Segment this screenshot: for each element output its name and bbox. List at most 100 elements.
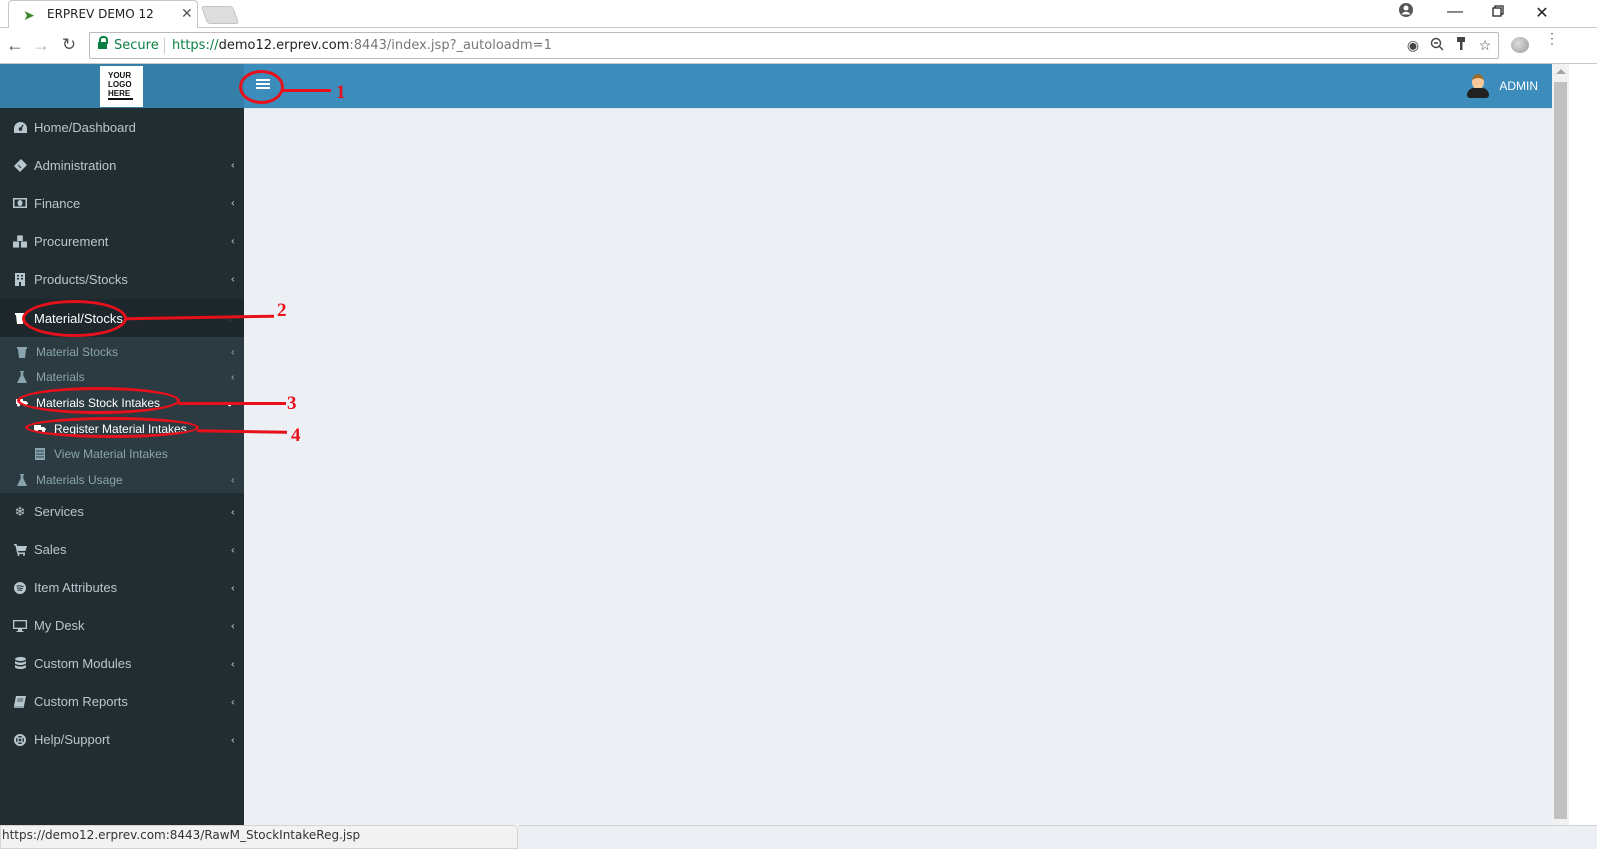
sidebar-item-label: Sales — [34, 542, 67, 558]
sidebar-item-services[interactable]: ❄ Services ‹ — [0, 493, 244, 531]
close-tab-icon[interactable]: ✕ — [181, 5, 193, 22]
chevron-left-icon: ‹ — [230, 473, 235, 487]
sidebar-item-item-attributes[interactable]: Item Attributes ‹ — [0, 569, 244, 607]
chevron-left-icon: ‹ — [230, 234, 235, 248]
key-icon[interactable] — [1452, 37, 1470, 54]
annotation-number-3: 3 — [287, 393, 297, 414]
truck-icon — [16, 397, 28, 409]
sidebar-item-label: Item Attributes — [34, 580, 118, 596]
submenu-item-label: Materials — [36, 370, 85, 385]
sidebar-item-procurement[interactable]: Procurement ‹ — [0, 222, 244, 260]
minimize-button[interactable]: — — [1440, 3, 1470, 21]
submenu-item-materials-stock-intakes[interactable]: Materials Stock Intakes ⌄ — [0, 390, 244, 416]
logo-area: YOUR LOGO HERE — [0, 64, 244, 108]
user-menu[interactable]: ADMIN — [1467, 74, 1538, 98]
sidebar-toggle-hamburger-icon[interactable] — [256, 79, 270, 91]
sidebar-item-label: Help/Support — [34, 732, 110, 748]
restore-button[interactable] — [1483, 4, 1513, 22]
sidebar-item-finance[interactable]: Finance ‹ — [0, 184, 244, 222]
profile-icon[interactable] — [1391, 3, 1421, 22]
sidebar-item-administration[interactable]: Administration ‹ — [0, 146, 244, 184]
url-host: demo12.erprev.com — [218, 38, 350, 53]
flask-icon — [16, 371, 28, 384]
browser-tab[interactable]: ➤ ERPREV DEMO 12 ✕ — [8, 0, 198, 28]
vertical-scrollbar[interactable] — [1552, 64, 1569, 825]
submenu-item-materials[interactable]: Materials ‹ — [0, 365, 244, 391]
company-logo[interactable]: YOUR LOGO HERE — [100, 66, 143, 107]
back-icon[interactable]: ← — [4, 35, 26, 56]
submenu-item-label: Materials Stock Intakes — [36, 395, 161, 410]
chevron-down-icon: ⌄ — [225, 311, 235, 325]
chevron-left-icon: ‹ — [230, 345, 235, 359]
user-name: ADMIN — [1499, 79, 1538, 93]
browser-menu-icon[interactable]: ⋮ — [1545, 31, 1559, 45]
divider — [164, 38, 165, 54]
sidebar-item-sales[interactable]: Sales ‹ — [0, 531, 244, 569]
close-window-button[interactable]: ✕ — [1527, 3, 1557, 23]
spotify-icon — [13, 581, 27, 595]
sidebar-item-label: Home/Dashboard — [34, 119, 136, 135]
sidebar-item-material-stocks[interactable]: Material/Stocks ⌄ — [0, 299, 244, 337]
sidebar-item-label: Custom Modules — [34, 656, 132, 672]
top-header: YOUR LOGO HERE ADMIN — [0, 64, 1552, 108]
sidebar-item-help-support[interactable]: Help/Support ‹ — [0, 721, 244, 759]
scroll-up-arrow-icon[interactable] — [1556, 69, 1566, 74]
annotation-number-1: 1 — [336, 82, 346, 103]
lock-icon — [98, 36, 108, 51]
sidebar-item-home-dashboard[interactable]: Home/Dashboard — [0, 108, 244, 146]
trash-bin-icon — [13, 311, 27, 325]
submenu-item-register-material-intakes[interactable]: Register Material Intakes — [0, 416, 244, 442]
submenu-item-view-material-intakes[interactable]: View Material Intakes — [0, 441, 244, 467]
list-icon — [34, 448, 46, 461]
link-status-bar: https://demo12.erprev.com:8443/RawM_Stoc… — [0, 825, 518, 849]
trash-bin-icon — [16, 346, 28, 358]
building-icon — [13, 272, 27, 286]
dashboard-icon — [13, 120, 27, 134]
url-path: :8443/index.jsp?_autoloadm=1 — [349, 38, 552, 53]
logo-line: HERE — [108, 89, 133, 100]
url-scheme: https:// — [172, 38, 219, 53]
bookmark-star-icon[interactable]: ☆ — [1476, 37, 1494, 54]
extension-icon[interactable] — [1511, 37, 1529, 53]
sidebar-item-label: Administration — [34, 157, 117, 173]
submenu-item-label: Register Material Intakes — [54, 421, 187, 436]
chevron-left-icon: ‹ — [230, 196, 235, 210]
reload-icon[interactable]: ↻ — [58, 35, 80, 55]
desktop-icon — [13, 619, 27, 633]
location-icon[interactable]: ◉ — [1404, 37, 1422, 54]
chevron-left-icon: ‹ — [230, 733, 235, 747]
submenu-item-label: View Material Intakes — [54, 447, 168, 462]
scrollbar-thumb[interactable] — [1554, 82, 1567, 819]
cart-icon — [13, 543, 27, 557]
erprev-bird-icon: ➤ — [23, 7, 35, 23]
sidebar-item-custom-modules[interactable]: Custom Modules ‹ — [0, 645, 244, 683]
sidebar-item-products-stocks[interactable]: Products/Stocks ‹ — [0, 260, 244, 298]
url-text[interactable]: https://demo12.erprev.com:8443/index.jsp… — [172, 38, 552, 53]
new-tab-button[interactable] — [200, 6, 240, 24]
chevron-left-icon: ‹ — [230, 272, 235, 286]
sidebar-item-label: My Desk — [34, 618, 85, 634]
truck-icon — [34, 423, 46, 435]
money-icon — [13, 196, 27, 210]
chevron-left-icon: ‹ — [230, 370, 235, 384]
sidebar-item-my-desk[interactable]: My Desk ‹ — [0, 607, 244, 645]
submenu-item-material-stocks[interactable]: Material Stocks ‹ — [0, 339, 244, 365]
secure-label: Secure — [114, 38, 159, 53]
database-icon — [13, 657, 27, 671]
page-bottom — [518, 825, 1597, 849]
submenu-item-label: Material Stocks — [36, 344, 119, 359]
main-content — [244, 109, 1552, 825]
chevron-left-icon: ‹ — [230, 657, 235, 671]
annotation-number-2: 2 — [277, 300, 287, 321]
logo-line: YOUR — [108, 71, 132, 80]
browser-toolbar: ← → ↻ Secure https://demo12.erprev.com:8… — [0, 29, 1597, 64]
forward-icon[interactable]: → — [30, 35, 52, 56]
sidebar-item-custom-reports[interactable]: Custom Reports ‹ — [0, 683, 244, 721]
sidebar-item-label: Services — [34, 504, 84, 520]
logo-line: LOGO — [108, 80, 132, 89]
browser-tabstrip: ➤ ERPREV DEMO 12 ✕ — ✕ — [0, 0, 1597, 28]
address-bar[interactable]: Secure https://demo12.erprev.com:8443/in… — [89, 32, 1499, 59]
zoom-out-icon[interactable] — [1428, 37, 1446, 54]
submenu-item-materials-usage[interactable]: Materials Usage ‹ — [0, 467, 244, 493]
tab-title: ERPREV DEMO 12 — [47, 7, 154, 21]
